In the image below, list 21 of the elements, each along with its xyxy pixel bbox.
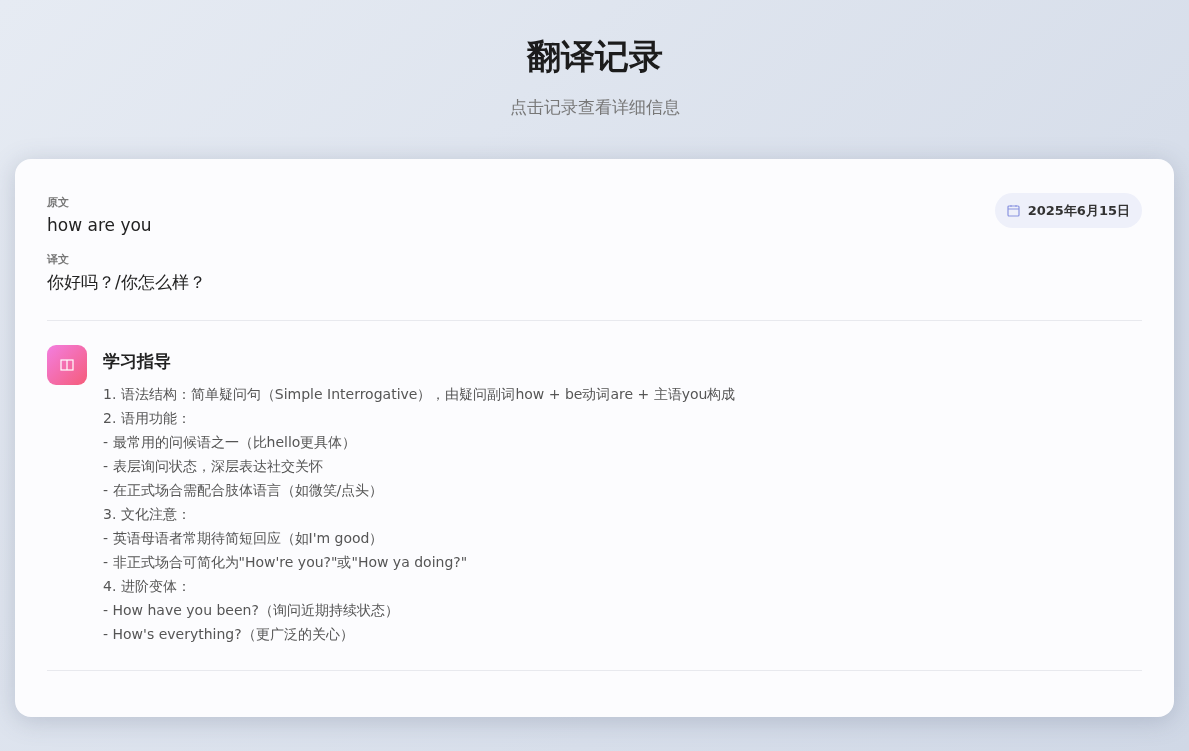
translation-text: 你好吗？/你怎么样？: [47, 272, 206, 293]
page-subtitle: 点击记录查看详细信息: [509, 96, 680, 120]
source-text: how are you: [47, 214, 152, 235]
calendar-icon: [1006, 204, 1020, 218]
book-icon: [60, 358, 74, 371]
date-badge: 2025年6月15日: [994, 192, 1142, 229]
guide-line: - 表层询问状态，深层表达社交关怀: [103, 458, 323, 475]
guide-line: - How have you been?（询问近期持续状态）: [103, 602, 399, 619]
guide-title: 学习指导: [103, 350, 171, 371]
guide-line: 3. 文化注意：: [103, 506, 191, 523]
guide-line: 1. 语法结构：简单疑问句（Simple Interrogative），由疑问副词how + be动词are + 主语you构成: [103, 386, 736, 403]
field-label: 原文: [47, 195, 69, 209]
guide-line: - How's everything?（更广泛的关心）: [103, 626, 354, 643]
guide-line: - 非正式场合可简化为"How're you?"或"How ya doing?": [103, 554, 468, 571]
page-title: 翻译记录: [526, 38, 663, 76]
guide-line: - 最常用的问候语之一（比hello更具体）: [103, 434, 357, 451]
guide-line: - 在正式场合需配合肢体语言（如微笑/点头）: [103, 482, 384, 499]
field-label: 译文: [47, 253, 69, 267]
guide-line: 2. 语用功能：: [103, 410, 191, 427]
guide-line: 4. 进阶变体：: [103, 578, 191, 595]
guide-line: - 英语母语者常期待简短回应（如I'm good）: [103, 530, 384, 547]
